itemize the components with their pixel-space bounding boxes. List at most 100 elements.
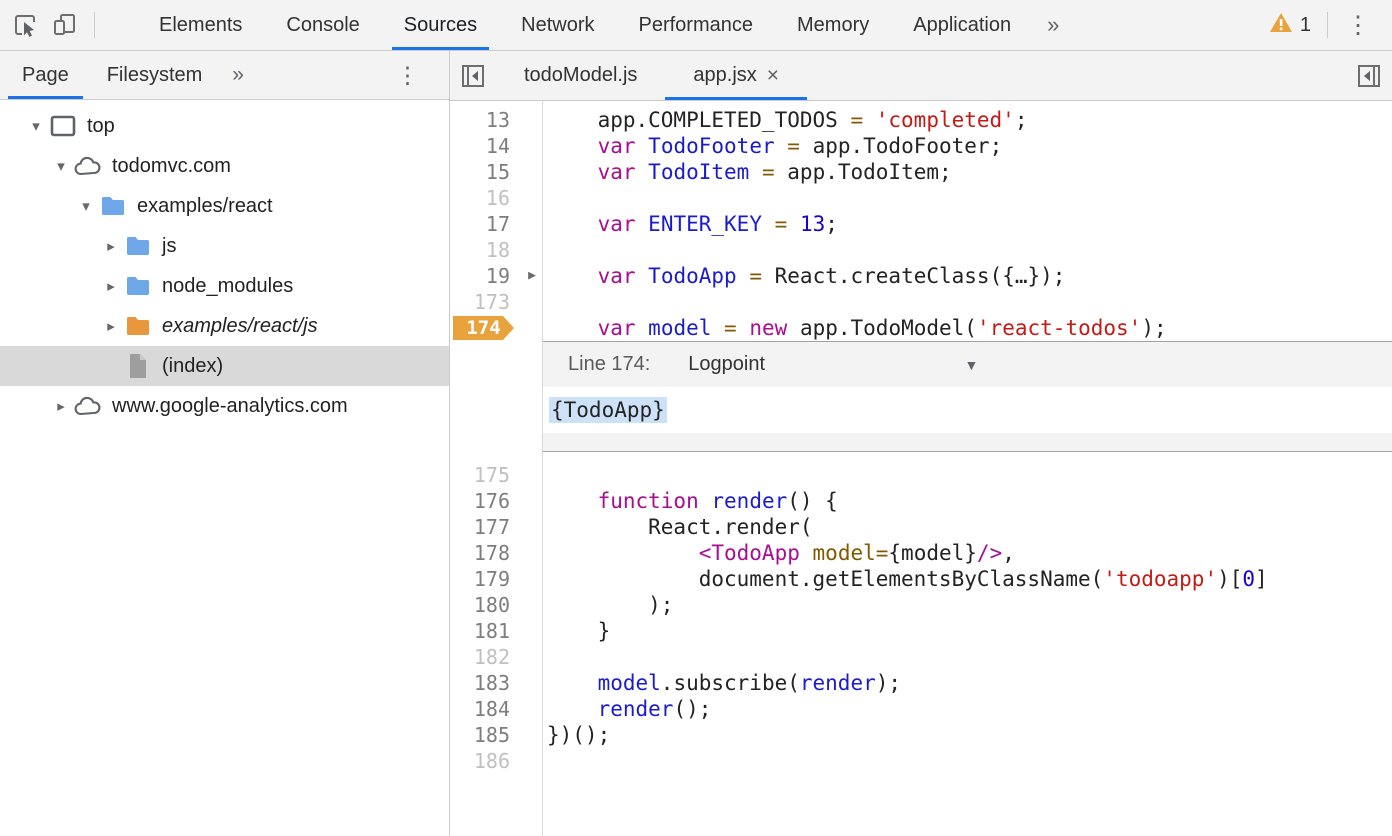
logpoint-expression[interactable]: {TodoApp} (549, 397, 667, 423)
folder-blue-icon (123, 234, 153, 258)
warning-badge[interactable]: 1 (1259, 12, 1321, 39)
kebab-menu-icon[interactable]: ⋮ (1334, 11, 1382, 40)
navigator-kebab-menu-icon[interactable]: ⋮ (386, 51, 449, 99)
tree-item-label: node_modules (162, 275, 293, 298)
code-line-source: <TodoApp model={model}/>, (542, 540, 1015, 566)
expander-icon[interactable]: ▸ (99, 277, 123, 295)
code-line-source: } (542, 618, 610, 644)
sources-editor: todoModel.js app.jsx × 13 app.COMPLETED_TO… (450, 51, 1392, 836)
navigator-tab-filesystem[interactable]: Filesystem (91, 51, 219, 99)
sidebar-item-examples-react-js[interactable]: ▸examples/react/js (0, 306, 449, 346)
folder-blue-icon (98, 194, 128, 218)
tab-network[interactable]: Network (499, 0, 616, 50)
line-number-179[interactable]: 179 (450, 566, 542, 592)
tab-console[interactable]: Console (264, 0, 381, 50)
expander-icon[interactable]: ▸ (99, 317, 123, 335)
line-number-174[interactable]: 174 (450, 315, 542, 341)
main-toolbar: ElementsConsoleSourcesNetworkPerformance… (0, 0, 1392, 51)
line-number-15[interactable]: 15 (450, 159, 542, 185)
logpoint-badge[interactable]: 174 (453, 316, 514, 340)
dropdown-arrow-icon: ▼ (964, 357, 978, 373)
navigator-tabbar: PageFilesystem » ⋮ (0, 51, 449, 100)
line-number-176[interactable]: 176 (450, 488, 542, 514)
sidebar-item-top[interactable]: ▾ top (0, 106, 449, 146)
file-icon (123, 352, 153, 380)
navigator-toggle-icon[interactable] (450, 51, 496, 100)
devtools-window: ElementsConsoleSourcesNetworkPerformance… (0, 0, 1392, 836)
line-number-183[interactable]: 183 (450, 670, 542, 696)
more-tabs-icon[interactable]: » (1033, 0, 1073, 50)
line-number-17[interactable]: 17 (450, 211, 542, 237)
editor-tabs: todoModel.js app.jsx × (496, 51, 807, 100)
line-number-14[interactable]: 14 (450, 133, 542, 159)
code-line-181: 181 } (450, 618, 1392, 644)
line-number-181[interactable]: 181 (450, 618, 542, 644)
line-number-185[interactable]: 185 (450, 722, 542, 748)
line-number-18[interactable]: 18 (450, 237, 542, 263)
logpoint-condition-input[interactable]: {TodoApp} (542, 387, 1392, 433)
line-number-173[interactable]: 173 (450, 289, 542, 315)
fold-arrow-icon[interactable]: ▶ (528, 263, 536, 289)
code-line-186: 186 (450, 748, 1392, 774)
expander-icon[interactable]: ▸ (99, 237, 123, 255)
code-line-184: 184 render(); (450, 696, 1392, 722)
tab-elements[interactable]: Elements (137, 0, 264, 50)
code-line-178: 178 <TodoApp model={model}/>, (450, 540, 1392, 566)
code-line-176: 176 function render() { (450, 488, 1392, 514)
line-number-177[interactable]: 177 (450, 514, 542, 540)
code-line-17: 17 var ENTER_KEY = 13; (450, 211, 1392, 237)
line-number-175[interactable]: 175 (450, 462, 542, 488)
code-line-source: model.subscribe(render); (542, 670, 901, 696)
code-line-source: var ENTER_KEY = 13; (542, 211, 838, 237)
tab-memory[interactable]: Memory (775, 0, 891, 50)
tree-item-label: examples/react (137, 195, 273, 218)
line-number-184[interactable]: 184 (450, 696, 542, 722)
tab-sources[interactable]: Sources (382, 0, 499, 50)
expander-icon[interactable]: ▾ (24, 117, 48, 135)
breakpoint-type-select[interactable]: Logpoint▼ (688, 353, 978, 376)
tree-item-label: top (87, 115, 115, 138)
inspect-element-icon[interactable] (8, 8, 42, 42)
sidebar-item-node-modules[interactable]: ▸ node_modules (0, 266, 449, 306)
line-number-180[interactable]: 180 (450, 592, 542, 618)
navigator-more-tabs-icon[interactable]: » (218, 51, 258, 99)
frame-icon (48, 114, 78, 138)
code-line-180: 180 ); (450, 592, 1392, 618)
code-line-source: React.render( (542, 514, 813, 540)
sidebar-item-www-google-analytics-com[interactable]: ▸www.google-analytics.com (0, 386, 449, 426)
sidebar-item-index[interactable]: (index) (0, 346, 449, 386)
logpoint-footer (542, 433, 1392, 451)
logpoint-editor-widget: Line 174:Logpoint▼{TodoApp} (542, 341, 1392, 452)
close-icon[interactable]: × (767, 65, 779, 86)
navigator-tab-page[interactable]: Page (6, 51, 85, 99)
code-line-source: var TodoItem = app.TodoItem; (542, 159, 952, 185)
expander-icon[interactable]: ▾ (74, 197, 98, 215)
code-editor[interactable]: 13 app.COMPLETED_TODOS = 'completed';14 … (450, 101, 1392, 836)
sidebar-item-js[interactable]: ▸js (0, 226, 449, 266)
editor-tab-label: app.jsx (693, 64, 756, 87)
warning-icon (1269, 12, 1293, 39)
line-number-13[interactable]: 13 (450, 107, 542, 133)
editor-tab-app-jsx[interactable]: app.jsx × (665, 51, 807, 100)
line-number-19[interactable]: 19▶ (450, 263, 542, 289)
code-line-174: 174 var model = new app.TodoModel('react… (450, 315, 1392, 341)
line-number-178[interactable]: 178 (450, 540, 542, 566)
sidebar-item-todomvc-com[interactable]: ▾todomvc.com (0, 146, 449, 186)
tree-item-label: (index) (162, 355, 223, 378)
line-number-16[interactable]: 16 (450, 185, 542, 211)
editor-tabbar: todoModel.js app.jsx × (450, 51, 1392, 101)
tab-performance[interactable]: Performance (617, 0, 776, 50)
folder-orange-icon (123, 314, 153, 338)
tab-application[interactable]: Application (891, 0, 1033, 50)
code-line-source: function render() { (542, 488, 838, 514)
code-line-177: 177 React.render( (450, 514, 1392, 540)
expander-icon[interactable]: ▸ (49, 397, 73, 415)
expander-icon[interactable]: ▾ (49, 157, 73, 175)
editor-tab-todomodel-js[interactable]: todoModel.js (496, 51, 665, 100)
code-line-source: var TodoFooter = app.TodoFooter; (542, 133, 1002, 159)
device-toolbar-icon[interactable] (48, 8, 82, 42)
debugger-toggle-icon[interactable] (1346, 51, 1392, 100)
sidebar-item-examples-react[interactable]: ▾ examples/react (0, 186, 449, 226)
line-number-186[interactable]: 186 (450, 748, 542, 774)
line-number-182[interactable]: 182 (450, 644, 542, 670)
